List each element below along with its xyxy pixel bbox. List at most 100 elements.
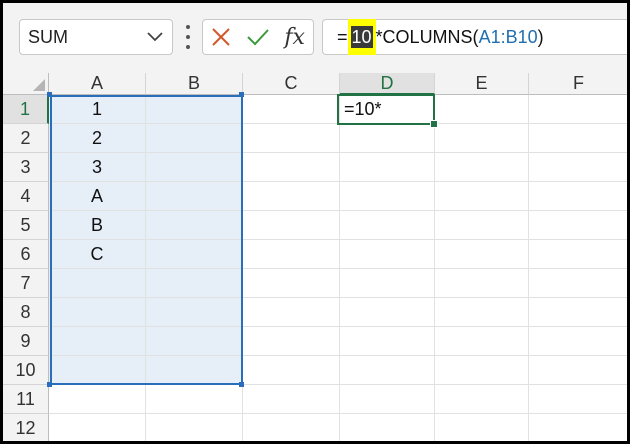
cell-a3[interactable]: 3 [49,153,146,182]
cell-c11[interactable] [243,385,340,414]
cell-b3[interactable] [146,153,243,182]
cell-b9[interactable] [146,327,243,356]
cell-a5[interactable]: B [49,211,146,240]
cell-d4[interactable] [340,182,435,211]
cell-c12[interactable] [243,414,340,441]
cell-b1[interactable] [146,95,243,124]
row-header-5[interactable]: 5 [3,211,49,240]
row-header-2[interactable]: 2 [3,124,49,153]
cell-b11[interactable] [146,385,243,414]
cell-f4[interactable] [529,182,627,211]
more-options-icon[interactable] [183,25,193,49]
column-header-f[interactable]: F [529,73,627,95]
x-icon[interactable] [206,22,236,52]
cell-c6[interactable] [243,240,340,269]
cell-f7[interactable] [529,269,627,298]
cell-d9[interactable] [340,327,435,356]
range-handle[interactable] [47,92,52,97]
cell-a7[interactable] [49,269,146,298]
range-handle[interactable] [47,382,52,387]
cell-a8[interactable] [49,298,146,327]
cell-b5[interactable] [146,211,243,240]
cell-f9[interactable] [529,327,627,356]
cell-e3[interactable] [435,153,529,182]
cell-f3[interactable] [529,153,627,182]
cell-e4[interactable] [435,182,529,211]
cell-a11[interactable] [49,385,146,414]
cell-c3[interactable] [243,153,340,182]
check-icon[interactable] [243,22,273,52]
cell-d5[interactable] [340,211,435,240]
row-header-11[interactable]: 11 [3,385,49,414]
cell-b7[interactable] [146,269,243,298]
cell-e5[interactable] [435,211,529,240]
range-handle[interactable] [239,92,244,97]
cell-c8[interactable] [243,298,340,327]
cell-e1[interactable] [435,95,529,124]
row-header-4[interactable]: 4 [3,182,49,211]
row-header-1[interactable]: 1 [3,95,49,124]
select-all-corner[interactable] [3,73,49,95]
cell-c9[interactable] [243,327,340,356]
cell-d7[interactable] [340,269,435,298]
cell-f8[interactable] [529,298,627,327]
cell-a2[interactable]: 2 [49,124,146,153]
row-header-12[interactable]: 12 [3,414,49,441]
column-header-d[interactable]: D [340,73,435,95]
cell-b4[interactable] [146,182,243,211]
cell-a4[interactable]: A [49,182,146,211]
cell-f1[interactable] [529,95,627,124]
cell-e11[interactable] [435,385,529,414]
cell-d11[interactable] [340,385,435,414]
cell-a10[interactable] [49,356,146,385]
row-header-8[interactable]: 8 [3,298,49,327]
name-box[interactable]: SUM [19,19,173,55]
cell-a6[interactable]: C [49,240,146,269]
row-header-7[interactable]: 7 [3,269,49,298]
cell-f2[interactable] [529,124,627,153]
cell-e7[interactable] [435,269,529,298]
cell-e12[interactable] [435,414,529,441]
cell-d2[interactable] [340,124,435,153]
cell-d6[interactable] [340,240,435,269]
cell-a12[interactable] [49,414,146,441]
column-header-b[interactable]: B [146,73,243,95]
fill-handle[interactable] [430,120,438,128]
cell-f12[interactable] [529,414,627,441]
cell-f5[interactable] [529,211,627,240]
chevron-down-icon[interactable] [146,28,164,46]
formula-input[interactable]: = 10 *COLUMNS( A1:B10 ) [322,19,627,55]
row-header-10[interactable]: 10 [3,356,49,385]
cell-e10[interactable] [435,356,529,385]
cell-f10[interactable] [529,356,627,385]
fx-icon[interactable]: fx [280,22,310,52]
cell-e6[interactable] [435,240,529,269]
cell-e9[interactable] [435,327,529,356]
cell-c7[interactable] [243,269,340,298]
cell-b2[interactable] [146,124,243,153]
cell-b6[interactable] [146,240,243,269]
cell-b10[interactable] [146,356,243,385]
cell-b8[interactable] [146,298,243,327]
cell-d3[interactable] [340,153,435,182]
cell-a9[interactable] [49,327,146,356]
range-handle[interactable] [239,382,244,387]
cell-c2[interactable] [243,124,340,153]
column-header-c[interactable]: C [243,73,340,95]
cell-f6[interactable] [529,240,627,269]
row-header-9[interactable]: 9 [3,327,49,356]
cell-d8[interactable] [340,298,435,327]
cell-b12[interactable] [146,414,243,441]
row-header-6[interactable]: 6 [3,240,49,269]
cell-d12[interactable] [340,414,435,441]
column-header-a[interactable]: A [49,73,146,95]
cell-a1[interactable]: 1 [49,95,146,124]
cell-c10[interactable] [243,356,340,385]
cell-e2[interactable] [435,124,529,153]
row-header-3[interactable]: 3 [3,153,49,182]
cell-c4[interactable] [243,182,340,211]
cell-c1[interactable] [243,95,340,124]
cell-d10[interactable] [340,356,435,385]
cell-c5[interactable] [243,211,340,240]
cell-f11[interactable] [529,385,627,414]
